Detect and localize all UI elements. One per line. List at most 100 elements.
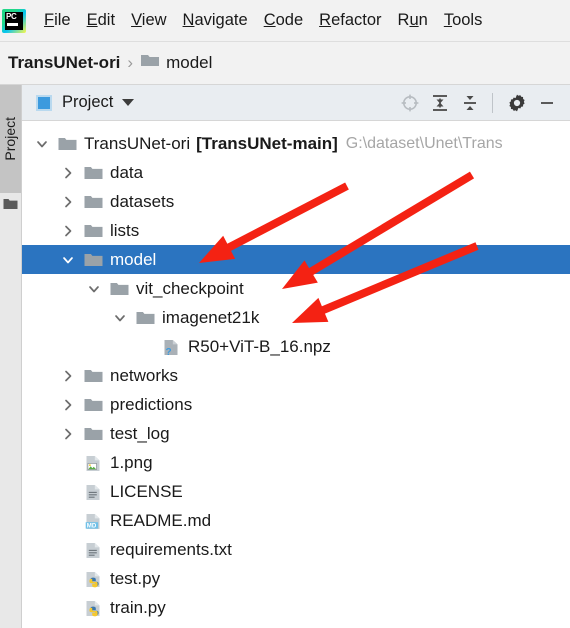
chevron-right-icon[interactable]	[60, 368, 76, 384]
minimize-icon[interactable]	[534, 90, 560, 116]
text-file-icon	[84, 542, 102, 558]
tree-row-label: networks	[110, 366, 179, 385]
project-folder-icon	[3, 197, 18, 209]
tree-row[interactable]: networks	[22, 361, 570, 390]
python-file-icon	[84, 571, 102, 587]
locate-icon[interactable]	[397, 90, 423, 116]
tree-row[interactable]: datasets	[22, 187, 570, 216]
chevron-right-icon[interactable]	[60, 223, 76, 239]
folder-icon	[110, 281, 129, 297]
folder-icon	[84, 252, 103, 268]
menu-bar: PC File Edit View Navigate Code Refactor…	[0, 0, 570, 42]
folder-icon	[84, 223, 103, 239]
tool-window-actions	[393, 90, 570, 116]
tree-row[interactable]: ? R50+ViT-B_16.npz	[22, 332, 570, 361]
tree-row-label: test_log	[110, 424, 170, 443]
menu-item-refactor[interactable]: Refactor	[311, 11, 389, 30]
sidebar-tab-project-label: Project	[2, 117, 18, 161]
menu-item-code[interactable]: Code	[256, 11, 311, 30]
menu-item-file[interactable]: File	[36, 11, 79, 30]
tree-row-label: test.py	[110, 569, 161, 588]
menu-item-edit[interactable]: Edit	[79, 11, 123, 30]
tree-row-label: TransUNet-ori	[84, 134, 191, 153]
folder-icon	[84, 426, 103, 442]
pycharm-logo-icon: PC	[2, 8, 26, 33]
folder-icon	[84, 165, 103, 181]
tree-row-label: train.py	[110, 598, 166, 617]
tree-row-label: lists	[110, 221, 140, 240]
folder-icon	[58, 136, 77, 152]
tree-row[interactable]: data	[22, 158, 570, 187]
tree-row[interactable]: imagenet21k	[22, 303, 570, 332]
tree-row-label: R50+ViT-B_16.npz	[188, 337, 331, 356]
folder-icon	[140, 53, 160, 73]
tree-row-label: requirements.txt	[110, 540, 232, 559]
svg-text:MD: MD	[87, 522, 97, 529]
breadcrumb: TransUNet-ori › model	[0, 42, 570, 85]
tree-row[interactable]: LICENSE	[22, 477, 570, 506]
tree-row[interactable]: vit_checkpoint	[22, 274, 570, 303]
chevron-down-icon[interactable]	[34, 136, 50, 152]
tree-row-label: datasets	[110, 192, 175, 211]
chevron-down-icon[interactable]	[60, 252, 76, 268]
tree-row-label: README.md	[110, 511, 212, 530]
tree-row[interactable]: test_log	[22, 419, 570, 448]
chevron-right-icon[interactable]	[60, 165, 76, 181]
tree-row[interactable]: lists	[22, 216, 570, 245]
folder-icon	[84, 368, 103, 384]
chevron-down-icon[interactable]	[86, 281, 102, 297]
tree-row-label: model	[110, 250, 157, 269]
tree-row-module: [TransUNet-main]	[196, 134, 338, 153]
project-window-icon	[36, 94, 52, 111]
tree-row[interactable]: TransUNet-ori [TransUNet-main] G:\dataset\…	[22, 129, 570, 158]
tree-row[interactable]: model	[22, 245, 570, 274]
menu-item-view[interactable]: View	[123, 11, 174, 30]
toolbar-divider	[492, 92, 493, 113]
chevron-down-icon[interactable]	[112, 310, 128, 326]
tree-row-label: 1.png	[110, 453, 153, 472]
tree-row[interactable]: train.py	[22, 593, 570, 622]
project-tree[interactable]: TransUNet-ori [TransUNet-main] G:\dataset\…	[22, 121, 570, 628]
tree-row-label: LICENSE	[110, 482, 183, 501]
menu-item-tools[interactable]: Tools	[436, 11, 491, 30]
breadcrumb-leaf[interactable]: model	[166, 53, 212, 73]
chevron-right-icon[interactable]	[60, 426, 76, 442]
tree-row-path: G:\dataset\Unet\Trans	[345, 134, 503, 152]
folder-icon	[136, 310, 155, 326]
folder-icon	[84, 397, 103, 413]
tree-row[interactable]: MD README.md	[22, 506, 570, 535]
unknown-file-icon: ?	[162, 339, 180, 358]
tool-window-strip: Project	[0, 85, 22, 628]
project-tool-window-title: Project	[62, 93, 114, 111]
python-file-icon	[84, 600, 102, 616]
chevron-down-icon[interactable]	[122, 99, 135, 106]
tree-row-label: vit_checkpoint	[136, 279, 244, 298]
sidebar-tab-project[interactable]: Project	[0, 85, 21, 193]
tree-row[interactable]: requirements.txt	[22, 535, 570, 564]
tree-row[interactable]: test.py	[22, 564, 570, 593]
image-file-icon	[84, 455, 102, 471]
menu-item-run[interactable]: Run	[390, 11, 436, 30]
expand-all-icon[interactable]	[427, 90, 453, 116]
tree-row[interactable]: predictions	[22, 390, 570, 419]
menu-item-navigate[interactable]: Navigate	[175, 11, 256, 30]
breadcrumb-separator: ›	[127, 53, 134, 72]
tree-row[interactable]: 1.png	[22, 448, 570, 477]
tree-row-label: imagenet21k	[162, 308, 260, 327]
markdown-file-icon: MD	[84, 513, 102, 529]
pycharm-window: PC File Edit View Navigate Code Refactor…	[0, 0, 570, 628]
gear-icon[interactable]	[504, 90, 530, 116]
chevron-right-icon[interactable]	[60, 194, 76, 210]
collapse-all-icon[interactable]	[457, 90, 483, 116]
text-file-icon	[84, 484, 102, 500]
chevron-right-icon[interactable]	[60, 397, 76, 413]
breadcrumb-root[interactable]: TransUNet-ori	[8, 53, 120, 73]
folder-icon	[84, 194, 103, 210]
